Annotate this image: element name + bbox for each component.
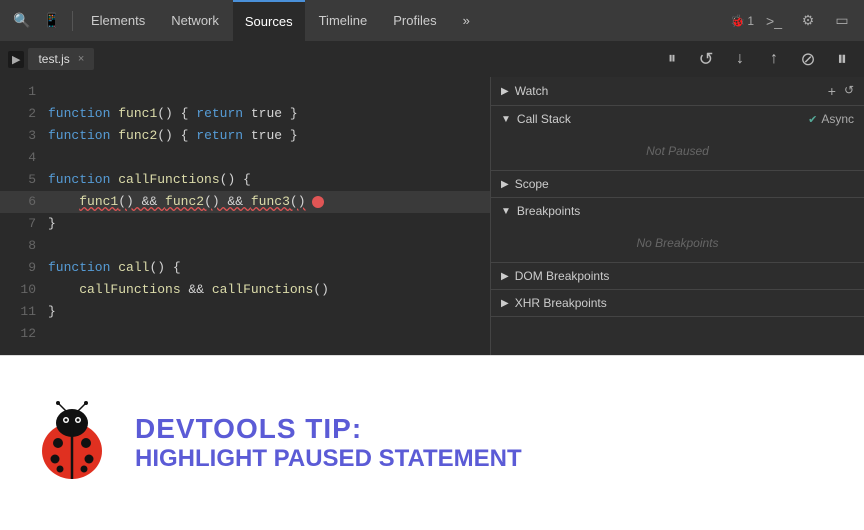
tip-line2: Highlight Paused Statement bbox=[135, 445, 522, 473]
scope-label: Scope bbox=[515, 177, 549, 191]
code-panel[interactable]: 1 2 function func1() { return true } 3 f… bbox=[0, 77, 490, 355]
xhr-breakpoints-label: XHR Breakpoints bbox=[515, 296, 607, 310]
watch-add-btn[interactable]: + bbox=[828, 83, 836, 99]
dom-breakpoints-label: DOM Breakpoints bbox=[515, 269, 610, 283]
tab-profiles[interactable]: Profiles bbox=[381, 0, 448, 41]
breakpoints-content: No Breakpoints bbox=[491, 224, 864, 262]
watch-chevron: ▶ bbox=[501, 86, 509, 97]
dom-breakpoints-header[interactable]: ▶ DOM Breakpoints bbox=[491, 263, 864, 289]
call-stack-chevron: ▼ bbox=[501, 114, 511, 125]
scope-header[interactable]: ▶ Scope bbox=[491, 171, 864, 197]
dom-breakpoints-section: ▶ DOM Breakpoints bbox=[491, 263, 864, 290]
terminal-icon[interactable]: >_ bbox=[760, 7, 788, 35]
play-btn[interactable]: ▶ bbox=[8, 51, 24, 68]
main-area: 1 2 function func1() { return true } 3 f… bbox=[0, 77, 864, 355]
code-line-6: 6 func1() && func2() && func3() bbox=[0, 191, 490, 213]
call-stack-section: ▼ Call Stack ✔ Async Not Paused bbox=[491, 106, 864, 171]
tab-elements[interactable]: Elements bbox=[79, 0, 157, 41]
bug-count[interactable]: 🐞 1 bbox=[730, 14, 754, 28]
watch-actions: + ↺ bbox=[828, 83, 854, 99]
pause-btn[interactable]: ⏸ bbox=[658, 45, 686, 73]
watch-section: ▶ Watch + ↺ bbox=[491, 77, 864, 106]
breakpoints-chevron: ▼ bbox=[501, 206, 511, 217]
step-into-btn[interactable]: ↓ bbox=[726, 45, 754, 73]
breakpoints-header[interactable]: ▼ Breakpoints bbox=[491, 198, 864, 224]
main-toolbar: 🔍 📱 Elements Network Sources Timeline Pr… bbox=[0, 0, 864, 41]
tip-line1: DevTools Tip: bbox=[135, 413, 522, 445]
code-line-8: 8 bbox=[0, 235, 490, 257]
code-line-10: 10 callFunctions && callFunctions() bbox=[0, 279, 490, 301]
debug-controls: ⏸ ↺ ↓ ↑ ⊘ ⏸ bbox=[658, 45, 856, 73]
code-line-4: 4 bbox=[0, 147, 490, 169]
code-line-7: 7 } bbox=[0, 213, 490, 235]
ladybug-icon bbox=[30, 401, 115, 486]
call-stack-header[interactable]: ▼ Call Stack ✔ Async bbox=[491, 106, 864, 132]
code-line-9: 9 function call() { bbox=[0, 257, 490, 279]
check-icon: ✔ bbox=[808, 113, 817, 126]
close-file-tab[interactable]: × bbox=[78, 53, 84, 65]
breakpoints-section: ▼ Breakpoints No Breakpoints bbox=[491, 198, 864, 263]
call-stack-empty: Not Paused bbox=[491, 136, 864, 166]
tab-sources[interactable]: Sources bbox=[233, 0, 305, 41]
tip-section: DevTools Tip: Highlight Paused Statement bbox=[0, 355, 864, 530]
async-label: Async bbox=[821, 112, 854, 126]
search-icon[interactable]: 🔍 bbox=[8, 7, 36, 35]
code-line-11: 11 } bbox=[0, 301, 490, 323]
code-line-3: 3 function func2() { return true } bbox=[0, 125, 490, 147]
call-stack-label: Call Stack bbox=[517, 112, 571, 126]
tip-text: DevTools Tip: Highlight Paused Statement bbox=[135, 413, 522, 473]
watch-label: Watch bbox=[515, 84, 549, 98]
call-stack-content: Not Paused bbox=[491, 132, 864, 170]
tab-more[interactable]: » bbox=[451, 0, 482, 41]
watch-header[interactable]: ▶ Watch + ↺ bbox=[491, 77, 864, 105]
file-tab-test-js[interactable]: test.js × bbox=[28, 48, 94, 70]
step-out-btn[interactable]: ↑ bbox=[760, 45, 788, 73]
xhr-breakpoints-header[interactable]: ▶ XHR Breakpoints bbox=[491, 290, 864, 316]
xhr-breakpoints-chevron: ▶ bbox=[501, 298, 509, 309]
screen-icon[interactable]: ▭ bbox=[828, 7, 856, 35]
step-over-btn[interactable]: ↺ bbox=[692, 45, 720, 73]
toolbar-separator bbox=[72, 11, 73, 31]
code-line-2: 2 function func1() { return true } bbox=[0, 103, 490, 125]
watch-refresh-btn[interactable]: ↺ bbox=[844, 83, 854, 99]
deactivate-breakpoints-btn[interactable]: ⊘ bbox=[794, 45, 822, 73]
xhr-breakpoints-section: ▶ XHR Breakpoints bbox=[491, 290, 864, 317]
tab-network[interactable]: Network bbox=[159, 0, 231, 41]
breakpoints-label: Breakpoints bbox=[517, 204, 580, 218]
code-line-5: 5 function callFunctions() { bbox=[0, 169, 490, 191]
code-line-1: 1 bbox=[0, 81, 490, 103]
breakpoints-empty: No Breakpoints bbox=[491, 228, 864, 258]
scope-section: ▶ Scope bbox=[491, 171, 864, 198]
dom-breakpoints-chevron: ▶ bbox=[501, 271, 509, 282]
code-line-12: 12 bbox=[0, 323, 490, 345]
right-panel: ▶ Watch + ↺ ▼ Call Stack ✔ Async bbox=[490, 77, 864, 355]
debug-toolbar: ▶ test.js × ⏸ ↺ ↓ ↑ ⊘ ⏸ bbox=[0, 41, 864, 77]
settings-icon[interactable]: ⚙ bbox=[794, 7, 822, 35]
call-stack-actions: ✔ Async bbox=[808, 112, 854, 126]
stop-btn[interactable]: ⏸ bbox=[828, 45, 856, 73]
tab-timeline[interactable]: Timeline bbox=[307, 0, 380, 41]
scope-chevron: ▶ bbox=[501, 179, 509, 190]
toolbar-right: 🐞 1 >_ ⚙ ▭ bbox=[730, 7, 856, 35]
async-check[interactable]: ✔ Async bbox=[808, 112, 854, 126]
mobile-icon[interactable]: 📱 bbox=[38, 7, 66, 35]
